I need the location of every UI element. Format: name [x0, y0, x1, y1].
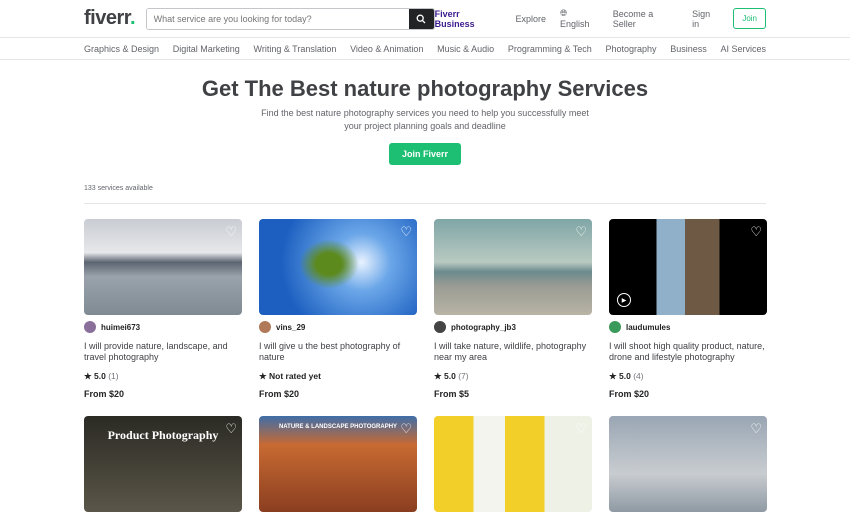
category-link[interactable]: Digital Marketing: [173, 44, 240, 54]
page-title: Get The Best nature photography Services: [201, 76, 649, 101]
gig-card[interactable]: ♡: [609, 416, 767, 512]
gig-image[interactable]: ▶ ♡: [609, 219, 767, 315]
heart-icon[interactable]: ♡: [400, 421, 412, 437]
fiverr-business-link[interactable]: Fiverr Business: [435, 9, 502, 29]
gig-title[interactable]: I will provide nature, landscape, and tr…: [84, 341, 242, 363]
category-link[interactable]: Programming & Tech: [508, 44, 592, 54]
heart-icon[interactable]: ♡: [750, 224, 762, 240]
page-subtitle: Find the best nature photography service…: [0, 107, 850, 133]
heart-icon[interactable]: ♡: [400, 224, 412, 240]
seller-name: vins_29: [276, 322, 306, 332]
image-overlay-text: Product Photography: [107, 428, 219, 442]
category-link[interactable]: Music & Audio: [437, 44, 494, 54]
review-count: (7): [458, 371, 469, 381]
gig-card[interactable]: ♡ photography_jb3 I will take nature, wi…: [434, 219, 592, 399]
gig-price: From $20: [259, 389, 300, 399]
language-label: English: [559, 19, 590, 29]
star-icon: ★: [434, 371, 442, 381]
rating-value: 5.0: [619, 371, 631, 381]
join-button[interactable]: Join: [733, 8, 766, 29]
category-link[interactable]: Photography: [605, 44, 656, 54]
gig-card[interactable]: ♡: [434, 416, 592, 512]
sign-in-link[interactable]: Sign in: [692, 9, 719, 29]
avatar: [434, 321, 446, 333]
search-input[interactable]: [146, 8, 409, 29]
category-link[interactable]: AI Services: [720, 44, 766, 54]
avatar: [609, 321, 621, 333]
avatar: [84, 321, 96, 333]
gig-card[interactable]: ♡ huimei673 I will provide nature, lands…: [84, 219, 242, 399]
search-bar: [145, 7, 435, 30]
top-header: fiverr. Fiverr Business Explore 🌐︎ Engli…: [0, 0, 850, 38]
rating-value: Not rated yet: [269, 371, 321, 381]
review-count: (1): [108, 371, 119, 381]
gig-title[interactable]: I will take nature, wildlife, photograph…: [434, 341, 592, 363]
logo-text: fiverr: [84, 7, 130, 29]
gig-image[interactable]: NATURE & LANDSCAPE PHOTOGRAPHY ♡: [259, 416, 417, 512]
language-selector[interactable]: 🌐︎ English: [560, 8, 599, 29]
category-link[interactable]: Video & Animation: [350, 44, 423, 54]
seller-name: photography_jb3: [451, 322, 516, 332]
star-icon: ★: [609, 371, 617, 381]
gig-price: From $20: [84, 389, 125, 399]
fiverr-logo[interactable]: fiverr.: [84, 7, 146, 30]
seller-name: laudumules: [626, 322, 671, 332]
seller-info[interactable]: photography_jb3: [434, 321, 592, 333]
gig-image[interactable]: ♡: [434, 219, 592, 315]
category-nav: Graphics & Design Digital Marketing Writ…: [0, 38, 850, 60]
gig-rating: ★ 5.0 (1): [84, 371, 242, 382]
heart-icon[interactable]: ♡: [575, 421, 587, 437]
heart-icon[interactable]: ♡: [225, 421, 237, 437]
heart-icon[interactable]: ♡: [750, 421, 762, 437]
image-overlay-text: NATURE & LANDSCAPE PHOTOGRAPHY: [278, 424, 398, 430]
rating-value: 5.0: [94, 371, 106, 381]
gig-card[interactable]: NATURE & LANDSCAPE PHOTOGRAPHY ♡: [259, 416, 417, 512]
category-link[interactable]: Writing & Translation: [253, 44, 336, 54]
gig-card[interactable]: ▶ ♡ laudumules I will shoot high quality …: [609, 219, 767, 399]
services-count: 133 services available: [84, 185, 766, 204]
explore-link[interactable]: Explore: [515, 14, 546, 24]
gig-rating: ★ 5.0 (4): [609, 371, 767, 382]
gig-image[interactable]: ♡: [259, 219, 417, 315]
gig-image[interactable]: ♡: [434, 416, 592, 512]
gig-price: From $5: [434, 389, 470, 399]
star-icon: ★: [84, 371, 92, 381]
seller-info[interactable]: huimei673: [84, 321, 242, 333]
become-seller-link[interactable]: Become a Seller: [613, 9, 678, 29]
heart-icon[interactable]: ♡: [225, 224, 237, 240]
seller-info[interactable]: vins_29: [259, 321, 417, 333]
search-button[interactable]: [408, 8, 434, 29]
seller-name: huimei673: [101, 322, 141, 332]
gig-image[interactable]: ♡: [609, 416, 767, 512]
gig-card[interactable]: Product Photography ♡: [84, 416, 242, 512]
subtitle-line: Find the best nature photography service…: [261, 108, 589, 118]
top-nav: Fiverr Business Explore 🌐︎ English Becom…: [435, 8, 766, 29]
gig-title[interactable]: I will give u the best photography of na…: [259, 341, 417, 363]
category-link[interactable]: Graphics & Design: [84, 44, 159, 54]
review-count: (4): [633, 371, 644, 381]
avatar: [259, 321, 271, 333]
star-icon: ★: [259, 371, 267, 381]
subtitle-line: your project planning goals and deadline: [344, 121, 506, 131]
hero: Get The Best nature photography Services…: [0, 76, 850, 165]
gig-rating: ★ 5.0 (7): [434, 371, 592, 382]
category-link[interactable]: Business: [670, 44, 707, 54]
search-icon: [416, 14, 426, 23]
play-icon[interactable]: ▶: [617, 293, 631, 307]
gig-grid: ♡ huimei673 I will provide nature, lands…: [84, 219, 767, 512]
gig-price: From $20: [609, 389, 650, 399]
gig-rating: ★ Not rated yet: [259, 371, 417, 382]
seller-info[interactable]: laudumules: [609, 321, 767, 333]
join-fiverr-button[interactable]: Join Fiverr: [388, 143, 461, 165]
heart-icon[interactable]: ♡: [575, 224, 587, 240]
gig-image[interactable]: ♡: [84, 219, 242, 315]
gig-title[interactable]: I will shoot high quality product, natur…: [609, 341, 767, 363]
rating-value: 5.0: [444, 371, 456, 381]
globe-icon: 🌐︎: [559, 8, 568, 18]
gig-card[interactable]: ♡ vins_29 I will give u the best photogr…: [259, 219, 417, 399]
gig-image[interactable]: Product Photography ♡: [84, 416, 242, 512]
